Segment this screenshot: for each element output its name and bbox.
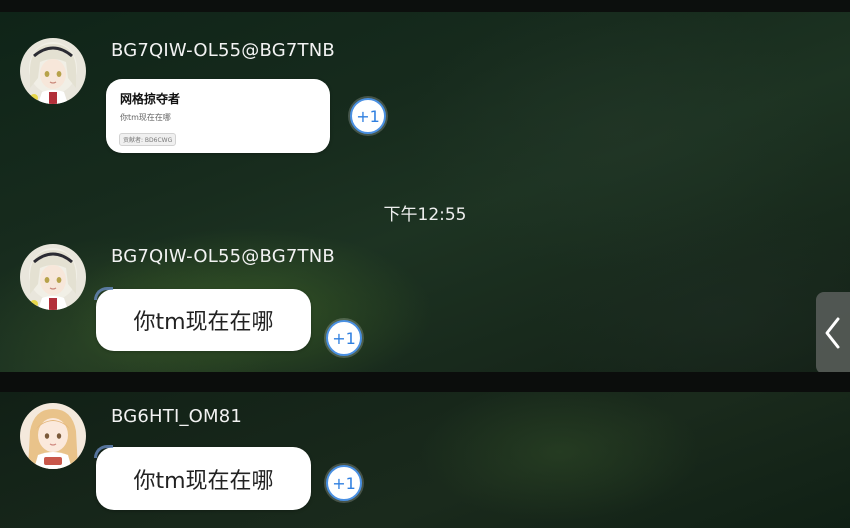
panel-divider bbox=[0, 372, 850, 392]
message-bubble[interactable]: 你tm现在在哪 bbox=[94, 287, 311, 351]
chevron-left-icon bbox=[825, 317, 840, 349]
plus-one-button[interactable]: +1 bbox=[350, 98, 386, 134]
card-subtitle: 你tm现在在哪 bbox=[120, 113, 171, 122]
username: BG6HTI_OM81 bbox=[111, 406, 243, 427]
chat-panel-bottom[interactable]: BG6HTI_OM81 你tm现在在哪 +1 bbox=[0, 392, 850, 528]
chat-panel-top[interactable]: BG7QIW-OL55@BG7TNB 网格掠夺者 你tm现在在哪 贡献者: BD… bbox=[0, 12, 850, 372]
side-panel-handle[interactable] bbox=[816, 292, 850, 372]
anime-girl-avatar-icon bbox=[20, 403, 86, 469]
card-tag: 贡献者: BD6CWG bbox=[119, 133, 177, 146]
plus-one-button[interactable]: +1 bbox=[326, 320, 362, 356]
message-bubble[interactable]: 你tm现在在哪 bbox=[94, 445, 311, 510]
user-avatar[interactable] bbox=[20, 403, 86, 469]
anime-girl-avatar-icon bbox=[20, 244, 86, 310]
plus-one-button[interactable]: +1 bbox=[326, 465, 362, 501]
message-timestamp: 下午12:55 bbox=[383, 205, 467, 225]
chat-screen: BG7QIW-OL55@BG7TNB 网格掠夺者 你tm现在在哪 贡献者: BD… bbox=[0, 0, 850, 528]
message-text: 你tm现在在哪 bbox=[133, 468, 274, 494]
username: BG7QIW-OL55@BG7TNB bbox=[111, 246, 335, 267]
user-avatar[interactable] bbox=[20, 244, 86, 310]
username: BG7QIW-OL55@BG7TNB bbox=[111, 40, 335, 61]
card-title: 网格掠夺者 bbox=[120, 92, 181, 106]
shared-card[interactable]: 网格掠夺者 你tm现在在哪 贡献者: BD6CWG bbox=[106, 79, 330, 153]
user-avatar[interactable] bbox=[20, 38, 86, 104]
anime-girl-avatar-icon bbox=[20, 38, 86, 104]
message-text: 你tm现在在哪 bbox=[133, 310, 274, 335]
